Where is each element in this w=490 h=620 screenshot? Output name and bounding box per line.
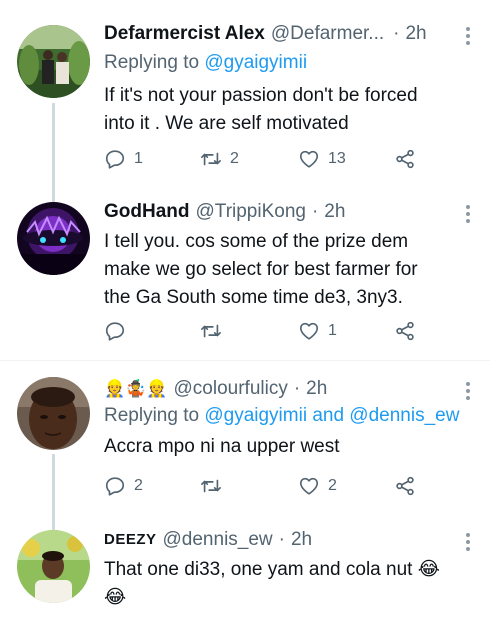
heart-icon	[299, 477, 319, 495]
tweet-text: I tell you. cos some of the prize dem ma…	[104, 228, 472, 312]
share-icon	[396, 321, 414, 341]
separator: ·	[293, 378, 301, 399]
more-icon[interactable]	[458, 202, 478, 226]
like-button[interactable]: 13	[298, 148, 346, 170]
tweet-text-line: 😂	[104, 587, 127, 608]
reply-count: 2	[134, 477, 143, 494]
tweet-3[interactable]: 👷🤹👷 @colourfulicy · 2h Replying to @gyai…	[0, 361, 490, 518]
tweet-header: 👷🤹👷 @colourfulicy · 2h	[104, 377, 472, 401]
heart-icon	[299, 322, 319, 340]
retweet-count: 2	[230, 150, 239, 167]
thread-line	[52, 190, 55, 202]
reply-icon	[105, 322, 125, 341]
reply-button[interactable]: 1	[104, 148, 143, 170]
tweet-text-line: into it . We are self motivated	[104, 113, 349, 134]
tweet-text-line: Accra mpo ni na upper west	[104, 436, 340, 457]
retweet-button[interactable]: 2	[200, 148, 239, 170]
user-handle[interactable]: @Defarmer...	[271, 22, 384, 46]
separator: ·	[311, 201, 319, 222]
avatar-defarmercist[interactable]	[17, 25, 90, 98]
separator: ·	[393, 23, 400, 44]
avatar-deezy[interactable]	[17, 530, 90, 603]
display-name[interactable]: DEEZY	[104, 528, 157, 552]
tweet-2[interactable]: GodHand @TrippiKong · 2h I tell you. cos…	[0, 190, 490, 358]
retweet-icon	[201, 324, 221, 338]
share-button[interactable]	[394, 475, 416, 497]
tweet-text-line: make we go select for best farmer for	[104, 259, 418, 280]
timestamp[interactable]: 2h	[306, 377, 327, 401]
tweet-text-line: That one di33, one yam and cola nut 😂	[104, 559, 440, 580]
like-count: 1	[328, 322, 337, 339]
replying-to-label: Replying to	[104, 405, 205, 426]
tweet-text-line: If it's not your passion don't be forced	[104, 85, 418, 106]
replying-to: Replying to @gyaigyimii and @dennis_ew	[104, 403, 472, 429]
thread-line	[52, 454, 55, 518]
reply-mention-link[interactable]: @gyaigyimii and @dennis_ew	[204, 405, 459, 426]
reply-icon	[105, 477, 125, 496]
share-button[interactable]	[394, 320, 416, 342]
retweet-button[interactable]	[200, 475, 230, 497]
display-name[interactable]: 👷🤹👷	[104, 377, 168, 401]
reply-count: 1	[134, 150, 143, 167]
reply-mention-link[interactable]: @gyaigyimii	[204, 52, 307, 73]
timestamp[interactable]: 2h	[324, 200, 345, 224]
heart-icon	[299, 150, 319, 168]
tweet-text: Accra mpo ni na upper west	[104, 433, 472, 461]
retweet-button[interactable]	[200, 320, 230, 342]
tweet-header: GodHand @TrippiKong · 2h	[104, 200, 472, 224]
like-button[interactable]: 2	[298, 475, 337, 497]
thread-line	[52, 518, 55, 530]
tweet-text: That one di33, one yam and cola nut 😂 😂	[104, 556, 472, 612]
tweet-text: If it's not your passion don't be forced…	[104, 82, 472, 138]
display-name[interactable]: GodHand	[104, 200, 190, 224]
share-icon	[396, 476, 414, 496]
share-icon	[396, 149, 414, 169]
retweet-icon	[201, 152, 221, 166]
avatar-colourfulicy[interactable]	[17, 377, 90, 450]
reply-icon	[105, 150, 125, 169]
timestamp[interactable]: 2h	[291, 528, 312, 552]
share-button[interactable]	[394, 148, 416, 170]
more-icon[interactable]	[458, 379, 478, 403]
tweet-4[interactable]: DEEZY @dennis_ew · 2h That one di33, one…	[0, 518, 490, 620]
like-button[interactable]: 1	[298, 320, 337, 342]
more-icon[interactable]	[458, 24, 478, 48]
display-name[interactable]: Defarmercist Alex	[104, 22, 265, 46]
replying-to: Replying to @gyaigyimii	[104, 50, 472, 76]
tweet-header: Defarmercist Alex @Defarmer... · 2h	[104, 22, 472, 46]
reply-button[interactable]: 2	[104, 475, 143, 497]
user-handle[interactable]: @TrippiKong	[196, 200, 306, 224]
avatar-godhand[interactable]	[17, 202, 90, 275]
timestamp[interactable]: 2h	[405, 22, 426, 46]
separator: ·	[278, 529, 285, 550]
tweet-header: DEEZY @dennis_ew · 2h	[104, 528, 472, 552]
more-icon[interactable]	[458, 530, 478, 554]
like-count: 2	[328, 477, 337, 494]
thread-line	[52, 103, 55, 190]
user-handle[interactable]: @colourfulicy	[174, 377, 288, 401]
user-handle[interactable]: @dennis_ew	[163, 528, 273, 552]
reply-button[interactable]	[104, 320, 134, 342]
retweet-icon	[201, 479, 221, 493]
like-count: 13	[328, 150, 346, 167]
tweet-text-line: I tell you. cos some of the prize dem	[104, 231, 409, 252]
replying-to-label: Replying to	[104, 52, 205, 73]
tweet-1[interactable]: Defarmercist Alex @Defarmer... · 2h Repl…	[0, 0, 490, 190]
tweet-text-line: the Ga South some time de3, 3ny3.	[104, 287, 403, 308]
